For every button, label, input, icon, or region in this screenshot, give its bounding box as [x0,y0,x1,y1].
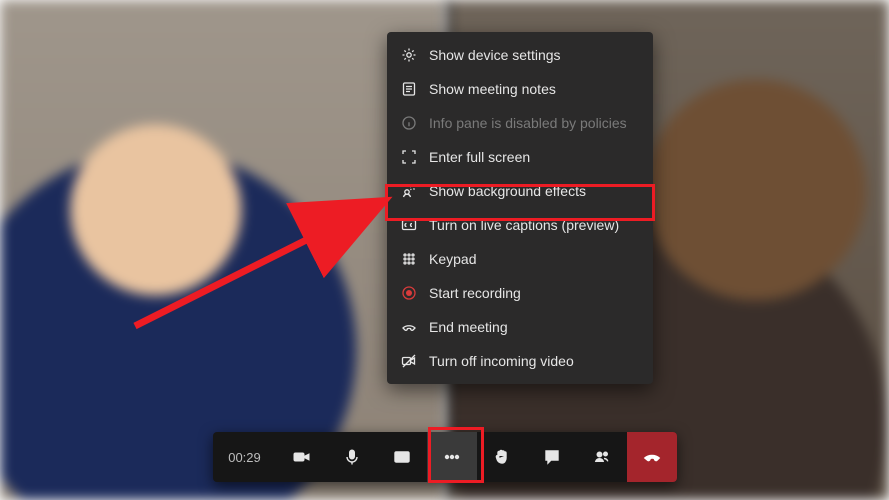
menu-item-info-pane: Info pane is disabled by policies [387,106,653,140]
menu-item-label: Show meeting notes [429,82,556,96]
menu-item-label: Show background effects [429,184,586,198]
notes-icon [401,81,417,97]
menu-item-turn-off-incoming-video[interactable]: Turn off incoming video [387,344,653,378]
participant-video-left [0,0,445,500]
menu-item-meeting-notes[interactable]: Show meeting notes [387,72,653,106]
meeting-toolbar: 00:29 [213,432,677,482]
menu-item-label: Keypad [429,252,476,266]
menu-item-label: Enter full screen [429,150,530,164]
info-icon [401,115,417,131]
hangup-button[interactable] [627,432,677,482]
mic-button[interactable] [327,432,377,482]
gear-icon [401,47,417,63]
menu-item-device-settings[interactable]: Show device settings [387,38,653,72]
raise-hand-button[interactable] [477,432,527,482]
camera-button[interactable] [277,432,327,482]
keypad-icon [401,251,417,267]
video-off-icon [401,353,417,369]
chat-button[interactable] [527,432,577,482]
record-icon [401,285,417,301]
share-button[interactable] [377,432,427,482]
more-actions-menu: Show device settings Show meeting notes … [387,32,653,384]
menu-item-end-meeting[interactable]: End meeting [387,310,653,344]
menu-item-live-captions[interactable]: Turn on live captions (preview) [387,208,653,242]
participants-button[interactable] [577,432,627,482]
menu-item-label: Show device settings [429,48,561,62]
menu-item-background-effects[interactable]: Show background effects [387,174,653,208]
menu-item-label: Turn on live captions (preview) [429,218,619,232]
captions-icon [401,217,417,233]
menu-item-keypad[interactable]: Keypad [387,242,653,276]
menu-item-label: Turn off incoming video [429,354,574,368]
fullscreen-icon [401,149,417,165]
menu-item-label: Start recording [429,286,521,300]
menu-item-fullscreen[interactable]: Enter full screen [387,140,653,174]
more-actions-button[interactable] [427,432,477,482]
menu-item-label: End meeting [429,320,508,334]
background-effects-icon [401,183,417,199]
menu-item-label: Info pane is disabled by policies [429,116,627,130]
menu-item-start-recording[interactable]: Start recording [387,276,653,310]
hangup-icon [401,319,417,335]
call-timer: 00:29 [213,432,277,482]
